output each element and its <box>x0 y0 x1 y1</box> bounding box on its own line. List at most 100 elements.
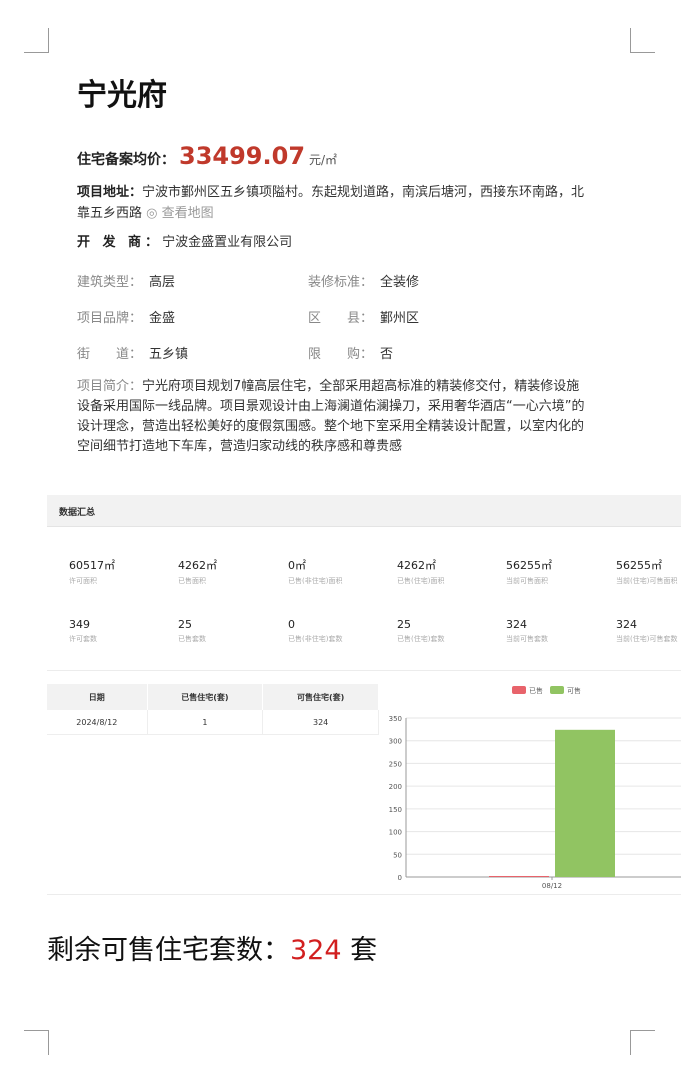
stat-item: 324 当前可售套数 <box>506 618 614 644</box>
y-tick-label: 250 <box>389 760 402 768</box>
table-cell-date: 2024/8/12 <box>47 710 148 735</box>
stat-item: 0 已售(非住宅)套数 <box>288 618 396 644</box>
address-label: 项目地址： <box>77 185 143 200</box>
stat-value: 0 <box>288 618 295 631</box>
project-address: 项目地址：宁波市鄞州区五乡镇项隘村。东起规划道路，南滨后塘河，西接东环南路，北靠… <box>77 182 587 224</box>
table-cell-sold: 1 <box>147 710 264 735</box>
stat-item: 56255㎡当前(住宅)可售面积 <box>616 557 681 586</box>
table-row: 2024/8/12 1 324 <box>47 710 379 735</box>
stat-value: 25 <box>178 618 192 631</box>
table-header-available: 可售住宅(套) <box>262 684 379 710</box>
stat-item: 56255㎡ 当前可售面积 <box>506 557 614 586</box>
crop-mark-top-left <box>24 28 49 53</box>
price-label: 住宅备案均价： <box>77 152 175 168</box>
stat-item: 324 当前(住宅)可售套数 <box>616 618 681 644</box>
intro-text: 宁光府项目规划7幢高层住宅，全部采用超高标准的精装修交付，精装修设施设备采用国际… <box>77 379 585 454</box>
attr-key: 装修标准： <box>308 275 374 290</box>
stat-label: 许可套数 <box>69 635 97 643</box>
crop-mark-top-right <box>630 28 655 53</box>
section-divider <box>47 894 681 895</box>
attr-value: 五乡镇 <box>149 347 189 362</box>
y-tick-label: 150 <box>389 806 402 814</box>
stat-value: 56255㎡ <box>616 559 662 572</box>
table-header-row: 日期 已售住宅(套) 可售住宅(套) <box>47 684 379 710</box>
attr-brand: 项目品牌： 金盛 <box>77 307 175 326</box>
stat-value: 0㎡ <box>288 559 306 572</box>
stat-value: 25 <box>397 618 411 631</box>
attr-decoration: 装修标准： 全装修 <box>308 271 419 290</box>
project-intro: 项目简介：宁光府项目规划7幢高层住宅，全部采用超高标准的精装修交付，精装修设施设… <box>77 377 587 457</box>
legend-label: 可售 <box>567 686 581 695</box>
attr-district: 区 县： 鄞州区 <box>308 307 419 326</box>
legend-swatch <box>512 686 526 694</box>
stat-item: 349 许可套数 <box>69 618 177 644</box>
x-tick-label: 08/12 <box>542 882 562 890</box>
remaining-units-label: 剩余可售住宅套数： <box>47 935 290 966</box>
remaining-units-summary: 剩余可售住宅套数：324 套 <box>47 928 377 967</box>
developer-row: 开 发 商：宁波金盛置业有限公司 <box>77 231 292 250</box>
attr-key: 限 购： <box>308 347 374 362</box>
data-summary-title: 数据汇总 <box>59 508 96 518</box>
attr-value: 鄞州区 <box>380 311 420 326</box>
remaining-units-suffix: 套 <box>341 935 378 966</box>
table-header-sold: 已售住宅(套) <box>147 684 264 710</box>
stat-label: 已售(非住宅)面积 <box>288 577 343 585</box>
stat-value: 324 <box>616 618 637 631</box>
stat-label: 当前可售面积 <box>506 577 548 585</box>
stat-label: 当前(住宅)可售面积 <box>616 577 678 585</box>
attr-key: 项目品牌： <box>77 311 143 326</box>
project-title: 宁光府 <box>77 78 167 113</box>
stat-label: 当前(住宅)可售套数 <box>616 635 678 643</box>
stat-item: 4262㎡已售面积 <box>178 557 286 586</box>
section-divider <box>47 670 681 671</box>
stat-value: 4262㎡ <box>178 559 217 572</box>
sales-bar-chart: 已售 可售 0 50 100 150 200 250 300 350 08/12 <box>389 686 681 890</box>
y-tick-label: 50 <box>393 851 402 859</box>
remaining-units-count: 324 <box>290 935 342 966</box>
developer-label: 开 发 商： <box>77 235 163 250</box>
stat-value: 4262㎡ <box>397 559 436 572</box>
stat-label: 许可面积 <box>69 577 97 585</box>
view-map-link[interactable]: ◎ 查看地图 <box>146 206 213 221</box>
crop-mark-bottom-left <box>24 1030 49 1055</box>
attr-value: 金盛 <box>149 311 176 326</box>
crop-mark-bottom-right <box>630 1030 655 1055</box>
stat-label: 已售(住宅)套数 <box>397 635 445 643</box>
stat-label: 已售(住宅)面积 <box>397 577 445 585</box>
stat-value: 349 <box>69 618 90 631</box>
y-tick-label: 350 <box>389 715 402 723</box>
stat-item: 4262㎡已售(住宅)面积 <box>397 557 505 586</box>
attr-key: 建筑类型： <box>77 275 143 290</box>
stat-value: 60517㎡ <box>69 559 115 572</box>
attr-value: 高层 <box>149 275 176 290</box>
stat-item: 25 已售套数 <box>178 618 286 644</box>
attr-value: 否 <box>380 347 394 362</box>
attr-purchase-limit: 限 购： 否 <box>308 343 393 362</box>
sales-table: 日期 已售住宅(套) 可售住宅(套) 2024/8/12 1 324 <box>47 684 379 735</box>
stat-item: 0㎡已售(非住宅)面积 <box>288 557 396 586</box>
stat-label: 已售套数 <box>178 635 206 643</box>
developer-name: 宁波金盛置业有限公司 <box>162 235 293 250</box>
legend-label: 已售 <box>529 686 543 695</box>
legend-swatch <box>550 686 564 694</box>
bar-available <box>555 729 615 877</box>
y-tick-label: 300 <box>389 738 402 746</box>
stat-label: 当前可售套数 <box>506 635 548 643</box>
stat-label: 已售面积 <box>178 577 206 585</box>
stat-label: 已售(非住宅)套数 <box>288 635 343 643</box>
y-tick-label: 200 <box>389 783 402 791</box>
price-unit: 元/㎡ <box>309 153 338 167</box>
bar-sold <box>489 876 549 877</box>
stat-item: 60517㎡许可面积 <box>69 557 177 586</box>
data-summary-header: 数据汇总 <box>47 495 681 527</box>
stat-item: 25 已售(住宅)套数 <box>397 618 505 644</box>
y-tick-label: 0 <box>398 874 402 882</box>
table-cell-available: 324 <box>262 710 379 735</box>
attr-street: 街 道： 五乡镇 <box>77 343 188 362</box>
attr-value: 全装修 <box>380 275 420 290</box>
attr-key: 街 道： <box>77 347 143 362</box>
attr-key: 区 县： <box>308 311 374 326</box>
y-tick-label: 100 <box>389 829 402 837</box>
stat-value: 324 <box>506 618 527 631</box>
attr-building-type: 建筑类型： 高层 <box>77 271 175 290</box>
